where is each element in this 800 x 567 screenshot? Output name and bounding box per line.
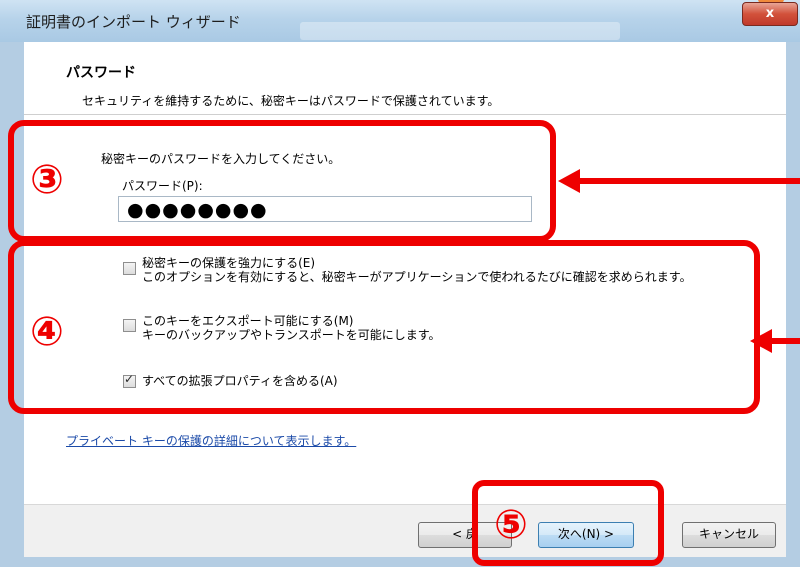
window-frame-right — [786, 42, 800, 567]
header-divider — [24, 114, 786, 115]
window-title: 証明書のインポート ウィザード — [26, 13, 241, 31]
annotation-arrow-step4-line — [772, 338, 800, 344]
annotation-arrow-step3-line — [580, 178, 800, 184]
annotation-box-step4 — [8, 240, 760, 414]
page-description: セキュリティを維持するために、秘密キーはパスワードで保護されています。 — [82, 94, 500, 108]
annotation-arrow-step3-head — [558, 169, 580, 193]
background-address-bar — [300, 22, 620, 40]
annotation-number-step3: ③ — [30, 157, 64, 203]
annotation-arrow-step4-head — [750, 329, 772, 353]
cancel-button[interactable]: キャンセル — [682, 522, 776, 548]
key-protection-help-link[interactable]: プライベート キーの保護の詳細について表示します。 — [66, 432, 356, 449]
annotation-number-step4: ④ — [30, 309, 64, 355]
page-title: パスワード — [66, 65, 136, 81]
annotation-number-step5: ⑤ — [494, 502, 528, 548]
annotation-box-step3 — [8, 120, 556, 242]
title-bar[interactable]: 証明書のインポート ウィザード x — [0, 0, 800, 43]
close-button[interactable]: x — [742, 2, 798, 26]
wizard-footer — [24, 504, 786, 557]
window-frame-bottom — [0, 556, 800, 567]
